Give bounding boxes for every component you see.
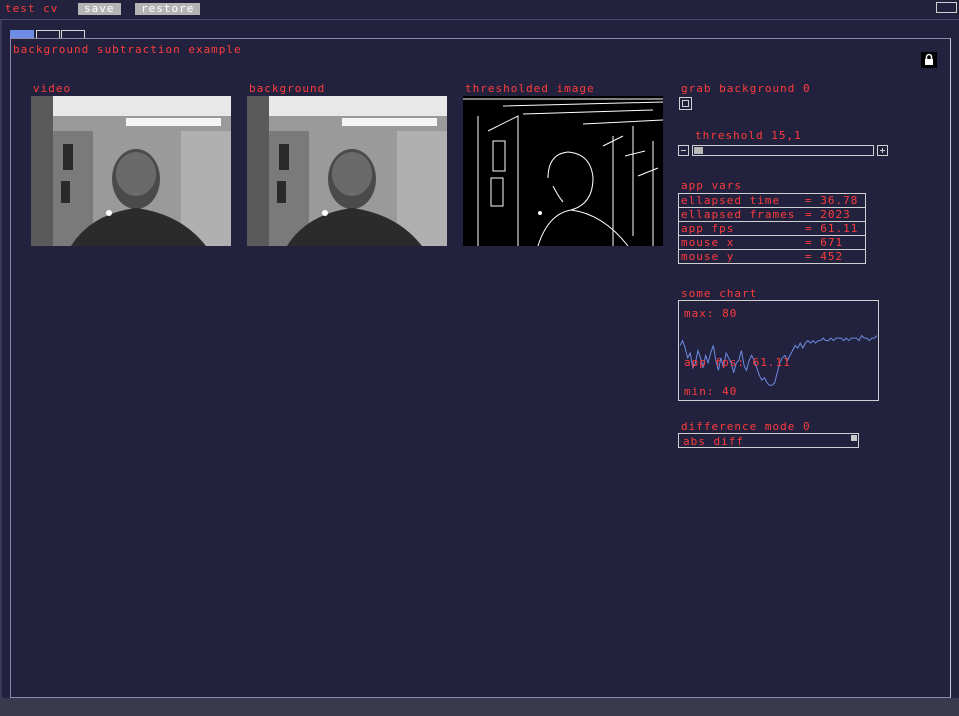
var-value: = 671 [805,236,844,249]
save-button[interactable]: save [78,3,121,15]
top-toolbar: test cv save restore [0,0,959,20]
var-value: = 36.78 [805,194,859,207]
chart-max-label: max: 80 [684,307,738,320]
background-label: background [249,82,326,95]
var-name: ellapsed frames [681,208,796,221]
chart-min-label: min: 40 [684,385,738,398]
var-value: = 452 [805,250,844,263]
var-name: app fps [681,222,735,235]
tab-3[interactable] [61,30,85,38]
difference-mode-value: abs diff [683,435,744,448]
var-row: ellapsed time = 36.78 [678,193,866,207]
var-row: mouse y = 452 [678,249,866,264]
threshold-slider-fill [694,147,703,154]
bottom-bar [0,698,959,716]
tab-1[interactable] [10,30,34,38]
thresholded-label: thresholded image [465,82,595,95]
window-toggle-button[interactable] [936,2,957,13]
difference-mode-dropdown[interactable]: abs diff [678,433,859,448]
app-title: test cv [5,2,59,15]
var-row: ellapsed frames = 2023 [678,207,866,221]
threshold-increment-button[interactable] [877,145,888,156]
var-value: = 61.11 [805,222,859,235]
background-feed [247,96,447,246]
var-value: = 2023 [805,208,851,221]
grab-background-label: grab background 0 [681,82,811,95]
dropdown-arrow-icon [851,435,857,441]
chart-label: some chart [681,287,758,300]
var-row: mouse x = 671 [678,235,866,249]
var-name: mouse y [681,250,735,263]
left-edge [0,20,2,698]
var-name: ellapsed time [681,194,781,207]
threshold-label: threshold 15,1 [695,129,802,142]
fps-chart: max: 80 app fps: 61.11 min: 40 [678,300,879,401]
restore-button[interactable]: restore [135,3,201,15]
video-label: video [33,82,72,95]
video-feed [31,96,231,246]
tab-2[interactable] [36,30,60,38]
lock-icon[interactable] [921,52,937,68]
threshold-slider[interactable] [692,145,874,156]
panel-title: background subtraction example [13,43,242,56]
difference-mode-label: difference mode 0 [681,420,811,433]
app-vars-table: ellapsed time = 36.78 ellapsed frames = 20… [678,193,866,264]
threshold-decrement-button[interactable] [678,145,689,156]
thresholded-feed [463,96,663,246]
chart-current-label: app fps: 61.11 [684,356,791,369]
var-row: app fps = 61.11 [678,221,866,235]
grab-background-checkbox[interactable] [679,97,692,110]
var-name: mouse x [681,236,735,249]
app-vars-label: app vars [681,179,742,192]
